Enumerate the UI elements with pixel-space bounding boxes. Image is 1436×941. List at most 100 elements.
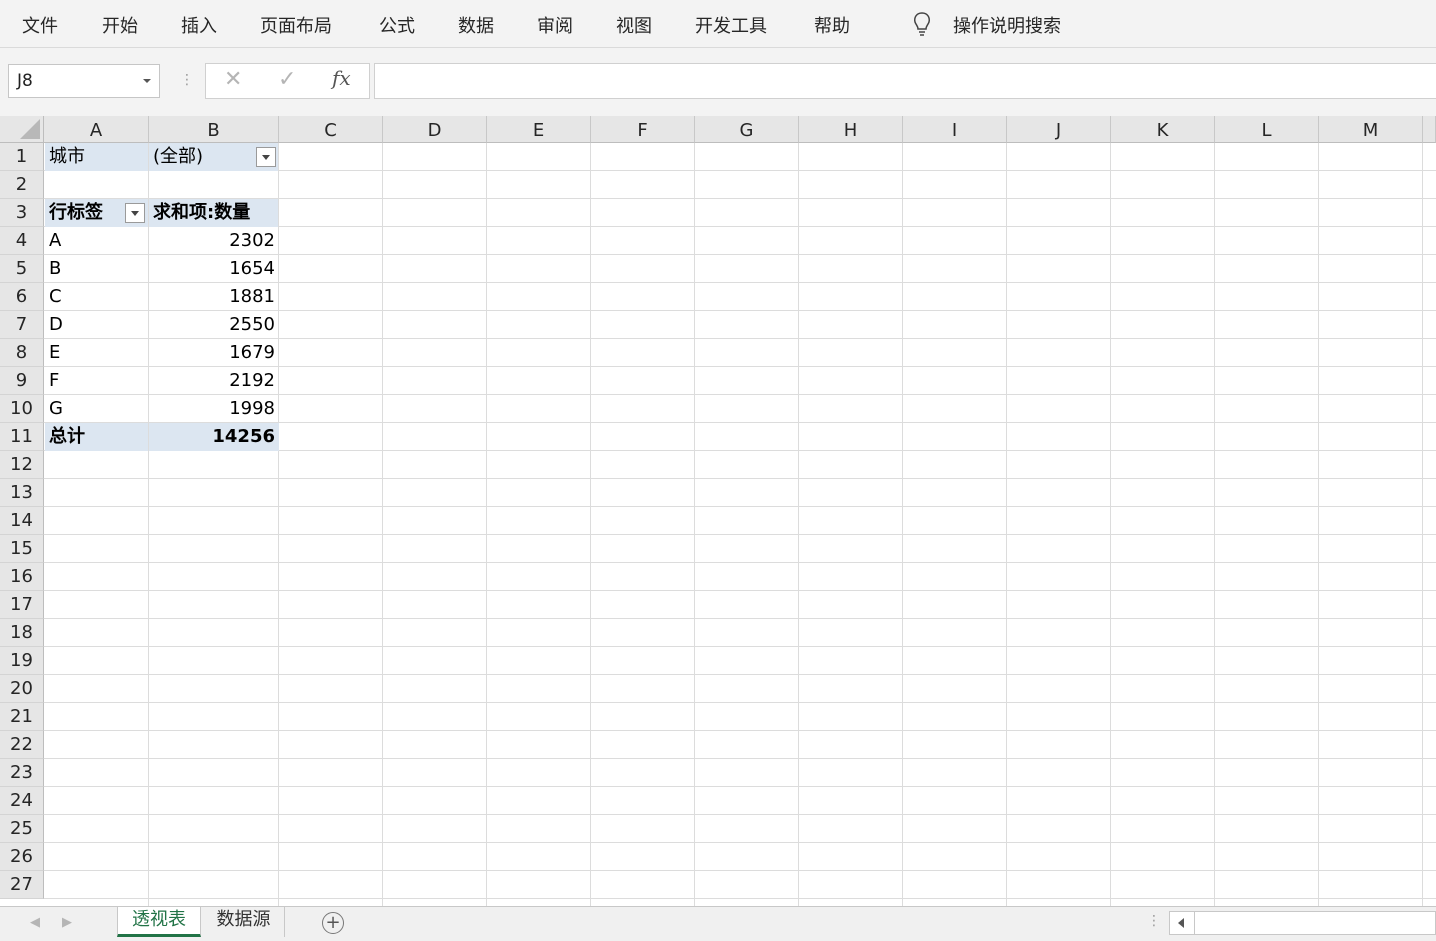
grand-total-label[interactable]: 总计	[45, 423, 148, 451]
pivot-row-value[interactable]: 2302	[149, 227, 279, 255]
row-header[interactable]: 12	[0, 451, 44, 479]
menu-review[interactable]: 审阅	[537, 12, 573, 38]
gridline	[44, 534, 1436, 535]
menu-developer[interactable]: 开发工具	[695, 12, 767, 38]
pivot-filter-label[interactable]: 城市	[45, 143, 148, 171]
menu-help[interactable]: 帮助	[814, 12, 850, 38]
row-header[interactable]: 20	[0, 675, 44, 703]
pivot-row-value[interactable]: 1654	[149, 255, 279, 283]
sheet-tab-data-source[interactable]: 数据源	[203, 907, 285, 937]
row-header[interactable]: 24	[0, 787, 44, 815]
add-sheet-button[interactable]: +	[322, 912, 344, 934]
row-header[interactable]: 5	[0, 255, 44, 283]
grand-total-value[interactable]: 14256	[149, 423, 279, 451]
column-header-h[interactable]: H	[799, 116, 903, 143]
row-header[interactable]: 27	[0, 871, 44, 899]
column-header-m[interactable]: M	[1319, 116, 1423, 143]
column-header-c[interactable]: C	[279, 116, 383, 143]
pivot-row-value[interactable]: 2550	[149, 311, 279, 339]
row-header[interactable]: 25	[0, 815, 44, 843]
pivot-row-label[interactable]: C	[45, 283, 148, 311]
pivot-row-value[interactable]: 1881	[149, 283, 279, 311]
chevron-down-icon[interactable]	[143, 79, 151, 83]
row-header[interactable]: 9	[0, 367, 44, 395]
row-header[interactable]: 1	[0, 143, 44, 171]
gridline	[44, 646, 1436, 647]
row-header[interactable]: 3	[0, 199, 44, 227]
column-header-i[interactable]: I	[903, 116, 1007, 143]
row-header[interactable]: 7	[0, 311, 44, 339]
grip-icon[interactable]: ⋮	[1147, 913, 1161, 929]
gridline	[44, 898, 1436, 899]
enter-icon[interactable]: ✓	[278, 67, 296, 92]
pivot-row-value[interactable]: 2192	[149, 367, 279, 395]
menu-file[interactable]: 文件	[22, 12, 58, 38]
tell-me-search[interactable]: 操作说明搜索	[953, 12, 1061, 38]
row-header[interactable]: 23	[0, 759, 44, 787]
pivot-row-label[interactable]: G	[45, 395, 148, 423]
pivot-row-value[interactable]: 1998	[149, 395, 279, 423]
column-header-d[interactable]: D	[383, 116, 487, 143]
pivot-row-label[interactable]: F	[45, 367, 148, 395]
column-header-j[interactable]: J	[1007, 116, 1111, 143]
tab-scroll-right-icon[interactable]: ▶	[62, 915, 72, 930]
menu-insert[interactable]: 插入	[181, 12, 217, 38]
formula-input[interactable]	[374, 63, 1436, 99]
row-header[interactable]: 16	[0, 563, 44, 591]
gridline	[1422, 143, 1423, 906]
pivot-row-value[interactable]: 1679	[149, 339, 279, 367]
sheet-tab-bar: ◀ ▶ 透视表 数据源 + ⋮	[0, 906, 1436, 941]
pivot-row-label[interactable]: A	[45, 227, 148, 255]
column-header-g[interactable]: G	[695, 116, 799, 143]
row-header[interactable]: 4	[0, 227, 44, 255]
column-header-e[interactable]: E	[487, 116, 591, 143]
row-header[interactable]: 11	[0, 423, 44, 451]
row-header[interactable]: 15	[0, 535, 44, 563]
row-header[interactable]: 6	[0, 283, 44, 311]
pivot-row-label[interactable]: E	[45, 339, 148, 367]
column-header-f[interactable]: F	[591, 116, 695, 143]
grip-icon[interactable]: ⋮	[180, 72, 194, 88]
column-header-a[interactable]: A	[44, 116, 149, 143]
row-labels-filter-button[interactable]	[125, 203, 145, 223]
sheet-tab-active[interactable]: 透视表	[117, 907, 201, 937]
gridline	[44, 730, 1436, 731]
menu-formulas[interactable]: 公式	[379, 12, 415, 38]
menu-view[interactable]: 视图	[616, 12, 652, 38]
value-field-header[interactable]: 求和项:数量	[149, 199, 278, 227]
row-header[interactable]: 17	[0, 591, 44, 619]
name-box[interactable]: J8	[8, 64, 160, 98]
insert-function-button[interactable]: fx	[332, 66, 351, 90]
row-header[interactable]: 26	[0, 843, 44, 871]
row-header[interactable]: 18	[0, 619, 44, 647]
column-header-k[interactable]: K	[1111, 116, 1215, 143]
gridline	[1110, 143, 1111, 906]
row-header[interactable]: 19	[0, 647, 44, 675]
column-header-l[interactable]: L	[1215, 116, 1319, 143]
row-header[interactable]: 8	[0, 339, 44, 367]
menu-page-layout[interactable]: 页面布局	[260, 12, 332, 38]
gridline	[44, 786, 1436, 787]
row-header[interactable]: 13	[0, 479, 44, 507]
pivot-row-label[interactable]: D	[45, 311, 148, 339]
column-header-b[interactable]: B	[149, 116, 279, 143]
cancel-icon[interactable]: ✕	[224, 67, 242, 92]
horizontal-scrollbar[interactable]	[1195, 911, 1436, 935]
row-header[interactable]: 14	[0, 507, 44, 535]
formula-bar: J8 ⋮ ✕ ✓ fx	[0, 48, 1436, 116]
filter-dropdown-button[interactable]	[256, 147, 276, 167]
menu-data[interactable]: 数据	[458, 12, 494, 38]
name-box-value: J8	[17, 71, 33, 91]
lightbulb-icon[interactable]	[911, 11, 933, 39]
select-all-button[interactable]	[0, 116, 44, 143]
tab-scroll-left-icon[interactable]: ◀	[30, 915, 40, 930]
scroll-left-button[interactable]	[1169, 911, 1195, 935]
column-header-n[interactable]	[1423, 116, 1436, 143]
row-header[interactable]: 21	[0, 703, 44, 731]
gridline	[44, 758, 1436, 759]
row-header[interactable]: 22	[0, 731, 44, 759]
row-header[interactable]: 10	[0, 395, 44, 423]
pivot-row-label[interactable]: B	[45, 255, 148, 283]
row-header[interactable]: 2	[0, 171, 44, 199]
menu-home[interactable]: 开始	[102, 12, 138, 38]
